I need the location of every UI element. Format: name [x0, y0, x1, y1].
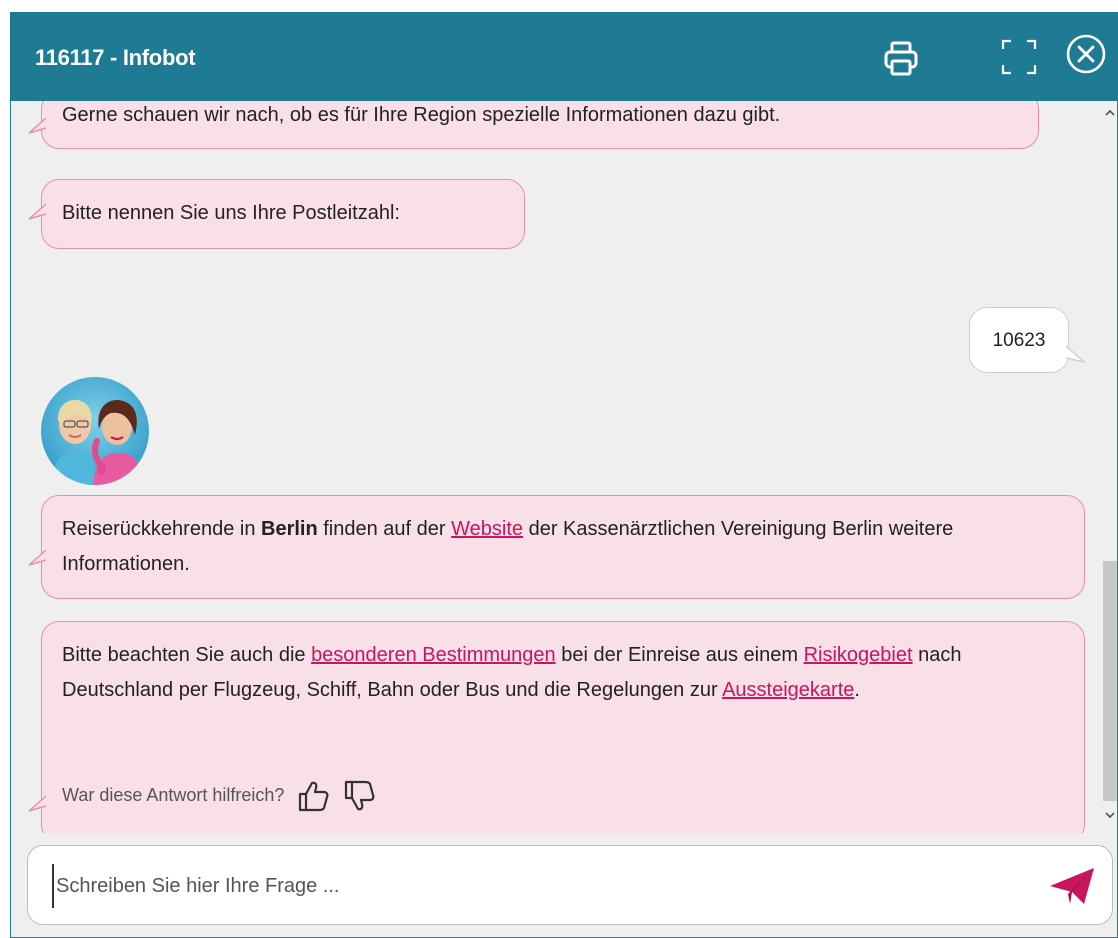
- chat-window: 116117 - Infobot Gerne schauen wir nach,…: [10, 12, 1118, 938]
- fullscreen-icon: [1001, 39, 1037, 75]
- user-message: 10623: [969, 307, 1086, 373]
- bot-message-text: Reiserückkehrende in: [62, 518, 261, 540]
- bot-message-text: .: [854, 679, 860, 701]
- thumbs-up-button[interactable]: [296, 779, 330, 813]
- region-name: Berlin: [261, 518, 318, 540]
- close-circle-icon: [1066, 34, 1106, 74]
- send-paper-plane-icon: [1050, 868, 1094, 904]
- bot-message: Reiserückkehrende in Berlin finden auf d…: [28, 495, 1085, 599]
- scroll-down-icon[interactable]: [1104, 809, 1116, 821]
- thumbs-up-icon: [299, 781, 329, 811]
- bot-message-text: finden auf der: [317, 518, 452, 540]
- bot-avatar-two-women-icon: [41, 377, 149, 485]
- chat-history: Gerne schauen wir nach, ob es für Ihre R…: [11, 101, 1101, 833]
- bot-message-text: Gerne schauen wir nach, ob es für Ihre R…: [62, 104, 781, 126]
- thumbs-down-icon: [345, 780, 375, 810]
- send-button[interactable]: [1048, 864, 1096, 908]
- bot-message: Gerne schauen wir nach, ob es für Ihre R…: [28, 101, 1039, 149]
- question-input[interactable]: [52, 864, 1012, 908]
- bot-avatar: [41, 377, 149, 485]
- bubble-tail: [28, 203, 46, 220]
- feedback-row: War diese Antwort hilfreich?: [62, 778, 376, 813]
- bot-message-text: bei der Einreise aus einem: [555, 644, 804, 666]
- besondere-bestimmungen-link[interactable]: besonderen Bestimmungen: [311, 644, 556, 666]
- printer-icon: [884, 41, 918, 76]
- feedback-question: War diese Antwort hilfreich?: [62, 785, 285, 805]
- print-button[interactable]: [879, 37, 923, 81]
- message-input-bar: [27, 845, 1113, 925]
- chat-header: 116117 - Infobot: [11, 13, 1117, 101]
- aussteigekarte-link[interactable]: Aussteigekarte: [722, 679, 854, 701]
- website-link[interactable]: Website: [451, 518, 523, 540]
- chat-scrollbar[interactable]: [1101, 101, 1117, 833]
- bot-message-text: Bitte nennen Sie uns Ihre Postleitzahl:: [62, 202, 400, 224]
- bot-message-body: Bitte beachten Sie auch die besonderen B…: [62, 638, 1064, 708]
- bot-message: Bitte nennen Sie uns Ihre Postleitzahl:: [28, 179, 525, 249]
- bubble-tail: [28, 795, 46, 812]
- user-message-text: 10623: [992, 330, 1046, 351]
- bot-message: Bitte beachten Sie auch die besonderen B…: [28, 621, 1085, 833]
- close-button[interactable]: [1065, 33, 1107, 75]
- scroll-up-icon[interactable]: [1104, 107, 1116, 119]
- bubble-tail: [28, 117, 46, 134]
- thumbs-down-button[interactable]: [342, 779, 376, 813]
- risikogebiet-link[interactable]: Risikogebiet: [804, 644, 913, 666]
- bot-message-text: Bitte beachten Sie auch die: [62, 644, 312, 666]
- fullscreen-button[interactable]: [999, 37, 1039, 77]
- bubble-tail: [28, 549, 46, 566]
- scrollbar-thumb[interactable]: [1103, 561, 1117, 801]
- chat-title: 116117 - Infobot: [35, 45, 196, 70]
- bubble-tail: [1066, 345, 1086, 364]
